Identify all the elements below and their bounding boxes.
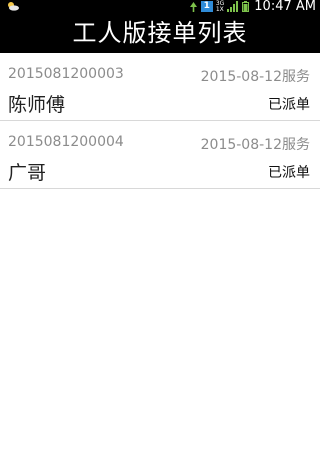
sim-badge: 1 — [200, 1, 213, 12]
title-bar: 工人版接单列表 — [0, 13, 320, 53]
weather-cloud-icon — [8, 2, 19, 11]
status-bar: 1 3G 1X 10:47 AM — [0, 0, 320, 13]
signal-icon — [189, 2, 197, 12]
order-service-date: 2015-08-12服务 — [200, 137, 310, 153]
cellular-signal-icon — [227, 1, 239, 12]
battery-icon — [242, 1, 250, 12]
order-id: 2015081200003 — [8, 66, 124, 82]
worker-name: 陈师傅 — [8, 94, 66, 116]
order-status: 已派单 — [268, 97, 310, 113]
worker-name: 广哥 — [8, 162, 47, 184]
order-status: 已派单 — [268, 165, 310, 181]
order-service-date: 2015-08-12服务 — [200, 69, 310, 85]
network-type: 3G 1X — [215, 0, 224, 13]
network-label-1x: 1X — [215, 5, 224, 13]
order-list-item[interactable]: 2015081200004 2015-08-12服务 广哥 已派单 — [0, 121, 320, 189]
order-id: 2015081200004 — [8, 134, 124, 150]
order-list: 2015081200003 2015-08-12服务 陈师傅 已派单 20150… — [0, 53, 320, 189]
order-list-item[interactable]: 2015081200003 2015-08-12服务 陈师傅 已派单 — [0, 53, 320, 121]
page-title: 工人版接单列表 — [72, 19, 248, 47]
status-time: 10:47 AM — [254, 0, 316, 13]
status-indicators: 1 3G 1X 10:47 AM — [189, 0, 316, 13]
